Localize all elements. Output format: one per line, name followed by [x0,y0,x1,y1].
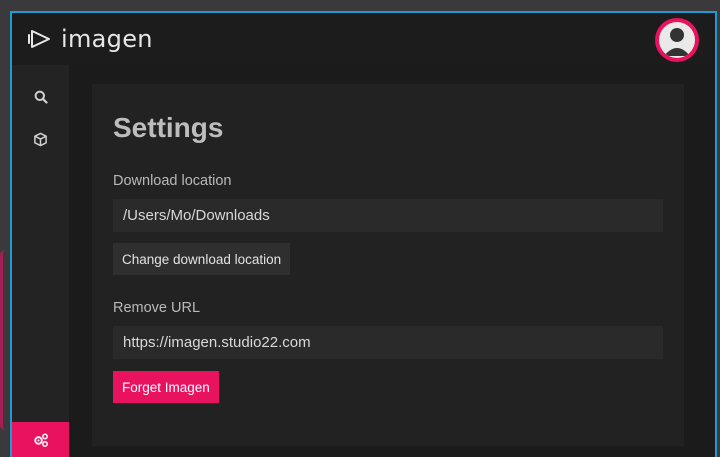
sidebar [12,65,69,457]
title-bar: imagen [12,13,715,65]
remove-url-label: Remove URL [113,300,201,316]
remove-url-field[interactable]: https://imagen.studio22.com [113,326,663,359]
app-window: imagen Settings Download location /Users… [10,11,717,457]
download-location-label: Download location [113,173,232,189]
background-decoration [0,250,10,430]
app-name: imagen [61,25,153,53]
settings-panel: Settings Download location /Users/Mo/Dow… [92,84,684,446]
search-icon [34,90,48,104]
forget-imagen-button[interactable]: Forget Imagen [113,371,219,403]
app-logo: imagen [27,25,153,53]
cube-icon [34,132,47,146]
sidebar-item-search[interactable] [12,79,69,115]
download-location-field[interactable]: /Users/Mo/Downloads [113,199,663,232]
play-logo-icon [28,30,50,48]
settings-cogs-icon [33,433,48,447]
sidebar-item-settings[interactable] [12,422,69,457]
sidebar-item-cube[interactable] [12,121,69,157]
user-icon [659,22,695,58]
user-avatar[interactable] [655,18,699,62]
change-download-location-button[interactable]: Change download location [113,243,291,275]
page-title: Settings [113,112,224,143]
